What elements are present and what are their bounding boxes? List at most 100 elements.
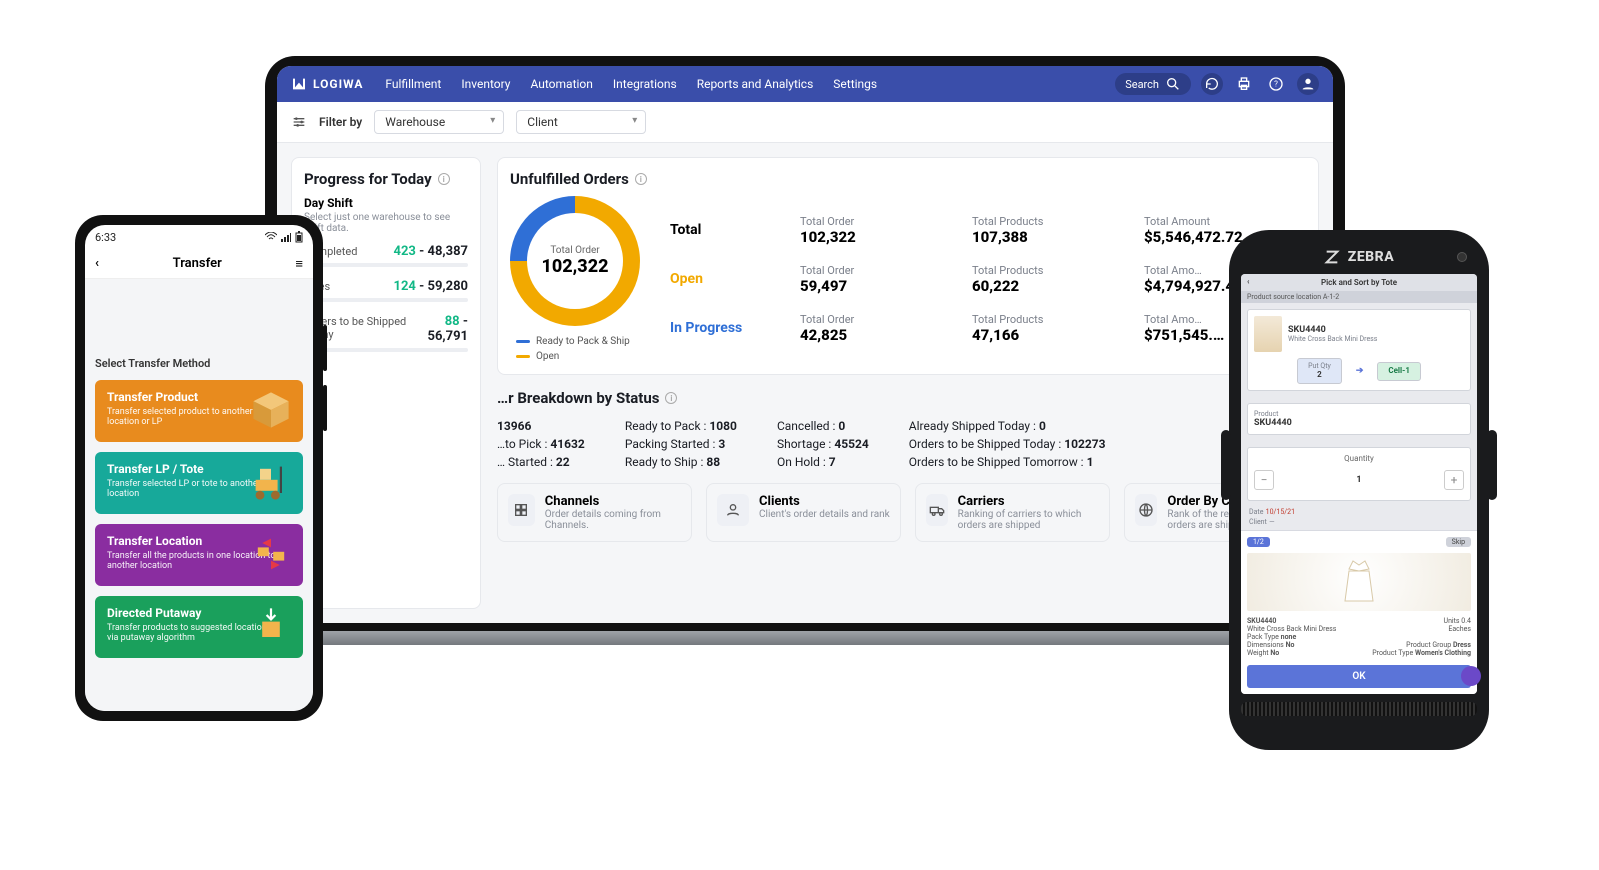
shift-sub: Select just one warehouse to see shift d… (304, 212, 468, 234)
nav-fulfillment[interactable]: Fulfillment (385, 77, 441, 91)
laptop-device: LOGIWA Fulfillment Inventory Automation … (265, 56, 1345, 645)
globe-icon (1138, 502, 1154, 518)
search-label: Search (1125, 78, 1159, 91)
laptop-base (235, 631, 1375, 645)
battery-icon (295, 231, 303, 243)
qty-value: 1 (1356, 475, 1361, 485)
progress-title: Progress for Today (304, 170, 432, 188)
product-card: Product SKU4440 (1247, 403, 1471, 435)
qty-plus[interactable]: + (1444, 470, 1464, 490)
progress-row-0: Completed 423 - 48,387 (304, 244, 468, 267)
handheld-speaker (1241, 702, 1477, 716)
donut-label: Total Order (550, 245, 599, 256)
client-select[interactable]: Client (516, 110, 646, 134)
progress-row-1: Lines 124 - 59,280 (304, 279, 468, 302)
phone-screen-title: Transfer (173, 256, 222, 271)
info-icon[interactable]: i (438, 173, 450, 185)
nav-items: Fulfillment Inventory Automation Integra… (385, 77, 877, 91)
put-qty-pill: Put Qty2 (1297, 358, 1342, 384)
info-icon[interactable]: i (665, 392, 677, 404)
top-nav: LOGIWA Fulfillment Inventory Automation … (277, 66, 1333, 102)
tile-channels[interactable]: ChannelsOrder details coming from Channe… (497, 483, 692, 542)
qty-minus[interactable]: − (1254, 470, 1274, 490)
box-icon (249, 388, 293, 432)
ok-button[interactable]: OK (1247, 665, 1471, 688)
nav-reports[interactable]: Reports and Analytics (697, 77, 814, 91)
print-button[interactable] (1233, 73, 1255, 95)
search-input[interactable]: Search (1115, 73, 1191, 95)
fab-button[interactable] (1461, 666, 1481, 686)
nav-settings[interactable]: Settings (833, 77, 877, 91)
clients-icon (725, 502, 741, 518)
option-directed-putaway[interactable]: Directed Putaway Transfer products to su… (95, 596, 303, 658)
refresh-button[interactable] (1201, 73, 1223, 95)
handheld-camera (1457, 252, 1467, 262)
location-strip: Product source location A-1-2 (1241, 291, 1477, 303)
donut-legend: Ready to Pack & Ship Open (510, 336, 640, 362)
filter-icon (291, 114, 307, 130)
zebra-logo-icon (1324, 249, 1340, 265)
handheld-device: ZEBRA ‹ Pick and Sort by Tote Product so… (1229, 230, 1489, 750)
back-button[interactable]: ‹ (1247, 277, 1249, 286)
filter-bar: Filter by Warehouse Client (277, 102, 1333, 143)
search-icon (1165, 76, 1181, 92)
unfulfilled-grid: Total Total Order102,322 Total Products1… (670, 215, 1306, 344)
nav-inventory[interactable]: Inventory (461, 77, 510, 91)
channels-icon (513, 502, 529, 518)
donut-value: 102,322 (542, 256, 609, 277)
arrow-right-icon: ➔ (1356, 366, 1364, 376)
skip-button[interactable]: Skip (1446, 537, 1471, 547)
truck-icon (929, 502, 945, 518)
phone-time: 6:33 (95, 231, 116, 244)
help-button[interactable]: ? (1265, 73, 1287, 95)
count-badge: 1/2 (1247, 537, 1270, 547)
handheld-brand: ZEBRA (1241, 244, 1477, 270)
phone-device: 6:33 ‹ Transfer ≡ Select Transfer Method… (75, 215, 323, 721)
option-transfer-lp[interactable]: Transfer LP / Tote Transfer selected LP … (95, 452, 303, 514)
dress-icon (1339, 557, 1379, 607)
option-transfer-product[interactable]: Transfer Product Transfer selected produ… (95, 380, 303, 442)
location-swap-icon (249, 532, 293, 576)
back-button[interactable]: ‹ (95, 256, 99, 271)
nav-automation[interactable]: Automation (530, 77, 592, 91)
user-icon (1300, 76, 1316, 92)
shift-name: Day Shift (304, 196, 468, 210)
menu-button[interactable]: ≡ (295, 256, 303, 272)
orders-donut-chart: Total Order 102,322 (510, 196, 640, 326)
svg-text:?: ? (1274, 80, 1278, 89)
select-method-label: Select Transfer Method (95, 357, 303, 370)
forklift-icon (249, 460, 293, 504)
putaway-icon (249, 604, 293, 648)
tile-clients[interactable]: ClientsClient's order details and rank (706, 483, 901, 542)
laptop-notch (765, 56, 845, 66)
user-button[interactable] (1297, 73, 1319, 95)
handheld-bottom-panel: 1/2 Skip SKU4440 White Cross Back Mini D… (1241, 530, 1477, 694)
print-icon (1236, 76, 1252, 92)
refresh-icon (1204, 76, 1220, 92)
product-thumb (1254, 316, 1282, 352)
filter-label: Filter by (319, 115, 362, 129)
phone-screen-header: ‹ Transfer ≡ (85, 249, 313, 279)
unfulfilled-card: Unfulfilled Orders i Total Order 102,322 (497, 157, 1319, 375)
wifi-icon (265, 232, 277, 242)
help-icon: ? (1268, 76, 1284, 92)
cell-pill[interactable]: Cell-1 (1377, 362, 1421, 381)
option-transfer-location[interactable]: Transfer Location Transfer all the produ… (95, 524, 303, 586)
breakdown-section: …r Breakdown by Statusi 13966…to Pick : … (497, 389, 1319, 542)
quantity-card: Quantity − 1 + (1247, 447, 1471, 501)
warehouse-select[interactable]: Warehouse (374, 110, 504, 134)
progress-row-2: Orders to be Shipped Today 88 - 56,791 (304, 314, 468, 352)
brand-text: LOGIWA (313, 77, 363, 91)
nav-integrations[interactable]: Integrations (613, 77, 677, 91)
product-image (1247, 553, 1471, 611)
handheld-header: ‹ Pick and Sort by Tote (1241, 274, 1477, 291)
signal-icon (281, 232, 291, 242)
info-icon[interactable]: i (635, 173, 647, 185)
breakdown-title: …r Breakdown by Status (497, 389, 659, 407)
phone-status-bar: 6:33 (85, 225, 313, 249)
logo-icon (291, 76, 307, 92)
unfulfilled-title: Unfulfilled Orders (510, 170, 629, 188)
brand-logo[interactable]: LOGIWA (291, 76, 363, 92)
source-card: SKU4440 White Cross Back Mini Dress Put … (1247, 309, 1471, 391)
tile-carriers[interactable]: CarriersRanking of carriers to which ord… (915, 483, 1110, 542)
